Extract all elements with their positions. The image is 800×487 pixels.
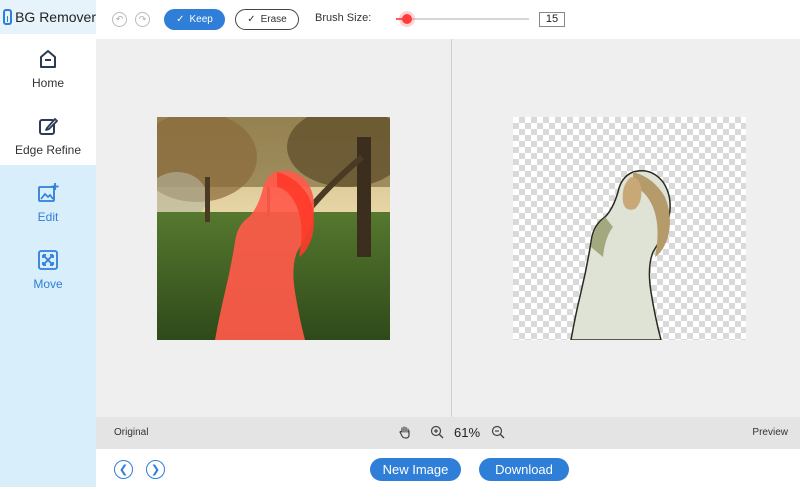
status-bar: Original 61% Preview <box>96 417 800 449</box>
app-window: BG Remover Home Edge Refine Edit Move ↶ … <box>0 0 800 487</box>
keep-label: Keep <box>189 14 213 25</box>
move-icon <box>38 250 58 270</box>
home-icon <box>40 50 56 68</box>
sidebar-item-home[interactable]: Home <box>0 40 96 106</box>
hand-icon[interactable] <box>398 425 412 439</box>
brush-icon: ✓ <box>176 14 185 25</box>
eraser-icon: ✓ <box>247 14 256 25</box>
preview-image <box>513 117 746 340</box>
brush-size-label: Brush Size: <box>315 12 372 24</box>
previous-button[interactable]: ❮ <box>114 460 133 479</box>
original-label: Original <box>114 427 149 438</box>
toolbar: ↶ ↷ ✓ Keep ✓ Erase Brush Size: 15 <box>96 0 800 39</box>
logo-icon <box>3 9 13 25</box>
bottom-bar: ❮ ❯ New Image Download <box>96 449 800 487</box>
zoom-in-icon[interactable] <box>430 425 444 439</box>
keep-button[interactable]: ✓ Keep <box>164 9 225 30</box>
sidebar: BG Remover Home Edge Refine Edit Move <box>0 0 96 487</box>
preview-subject <box>570 170 671 340</box>
sidebar-item-label: Edit <box>37 210 59 224</box>
undo-button[interactable]: ↶ <box>112 12 127 27</box>
brush-size-slider[interactable] <box>396 14 529 24</box>
zoom-level: 61% <box>454 425 481 440</box>
brush-size-input[interactable]: 15 <box>539 12 565 27</box>
new-image-button[interactable]: New Image <box>370 458 461 481</box>
chevron-left-icon: ❮ <box>118 464 129 476</box>
app-title: BG Remover <box>15 9 96 25</box>
sidebar-item-move[interactable]: Move <box>0 241 96 307</box>
erase-label: Erase <box>260 14 287 25</box>
sidebar-item-label: Edge Refine <box>14 143 82 157</box>
download-button[interactable]: Download <box>479 458 569 481</box>
redo-icon: ↷ <box>138 14 147 24</box>
editor-canvas <box>96 39 800 417</box>
app-logo: BG Remover <box>0 0 96 34</box>
sidebar-item-label: Move <box>33 277 63 291</box>
original-photo <box>157 117 390 340</box>
sidebar-item-label: Home <box>31 76 64 90</box>
original-image[interactable] <box>157 117 390 340</box>
edit-image-icon <box>38 183 59 202</box>
canvas-divider <box>451 39 452 417</box>
next-button[interactable]: ❯ <box>146 460 165 479</box>
sidebar-item-edge-refine[interactable]: Edge Refine <box>0 107 96 173</box>
slider-thumb[interactable] <box>401 14 412 24</box>
erase-button[interactable]: ✓ Erase <box>235 9 299 30</box>
redo-button[interactable]: ↷ <box>135 12 150 27</box>
undo-icon: ↶ <box>115 14 124 24</box>
preview-label: Preview <box>752 427 788 438</box>
sidebar-item-edit[interactable]: Edit <box>0 174 96 240</box>
edge-refine-icon <box>39 118 58 135</box>
chevron-right-icon: ❯ <box>150 464 161 476</box>
zoom-out-icon[interactable] <box>491 425 505 439</box>
